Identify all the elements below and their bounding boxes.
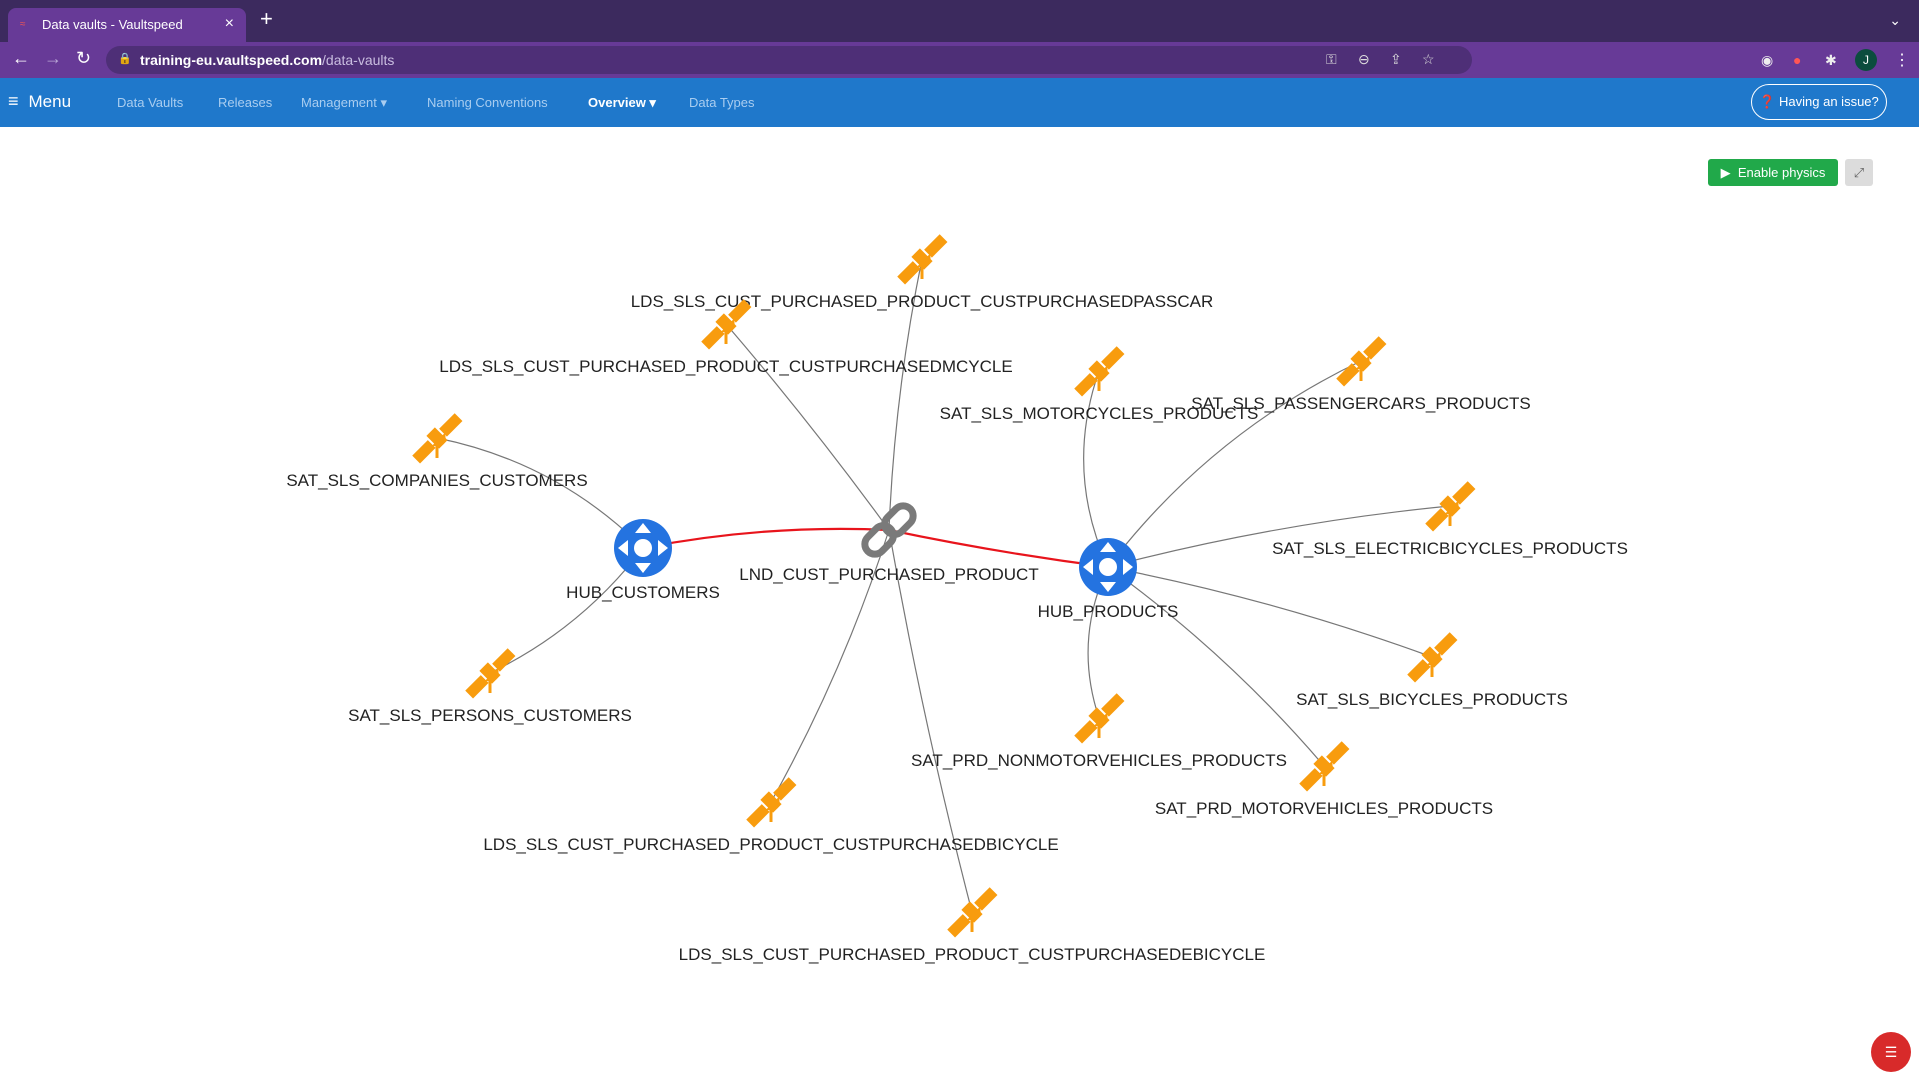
graph-node-lnd-link[interactable]: LND_CUST_PURCHASED_PRODUCT	[739, 502, 1039, 584]
graph-node-sat-companies[interactable]: SAT_SLS_COMPANIES_CUSTOMERS	[286, 410, 588, 490]
node-label: SAT_SLS_PERSONS_CUSTOMERS	[348, 706, 632, 725]
satellite-icon	[1299, 741, 1350, 792]
menu-button[interactable]: ≡ Menu	[8, 91, 71, 112]
hamburger-icon: ≡	[8, 91, 19, 111]
node-label: LND_CUST_PURCHASED_PRODUCT	[739, 565, 1038, 584]
graph-edge[interactable]	[436, 437, 644, 549]
tab-title: Data vaults - Vaultspeed	[42, 17, 183, 32]
forward-icon[interactable]: →	[44, 48, 62, 69]
profile-avatar[interactable]: J	[1855, 49, 1877, 71]
share-icon[interactable]: ⇪	[1390, 51, 1402, 68]
graph-edge[interactable]	[1107, 360, 1362, 568]
satellite-icon	[465, 648, 516, 699]
graph-node-hub-customers[interactable]: HUB_CUSTOMERS	[566, 519, 720, 602]
node-label: SAT_SLS_BICYCLES_PRODUCTS	[1296, 690, 1568, 709]
graph-node-sat-electric[interactable]: SAT_SLS_ELECTRICBICYCLES_PRODUCTS	[1272, 478, 1628, 558]
server-stack-icon: ☰	[1884, 1044, 1898, 1060]
satellite-icon	[947, 887, 998, 938]
address-bar-row: ← → ↻ 🔒 training-eu.vaultspeed.com/data-…	[0, 42, 1919, 78]
graph-node-sat-nonmotor[interactable]: SAT_PRD_NONMOTORVEHICLES_PRODUCTS	[911, 690, 1287, 770]
reload-icon[interactable]: ↻	[76, 48, 91, 69]
graph-edge[interactable]	[642, 527, 890, 550]
node-label: SAT_SLS_COMPANIES_CUSTOMERS	[286, 471, 587, 490]
vaultspeed-favicon-icon: ≈	[20, 19, 26, 30]
satellite-icon	[1074, 693, 1125, 744]
data-vault-graph[interactable]: HUB_CUSTOMERS LND_CUST_PURCHASED_PRODUCTH…	[0, 127, 1919, 1079]
back-icon[interactable]: ←	[12, 48, 30, 69]
camera-extension-icon[interactable]: ◉	[1761, 52, 1773, 69]
node-label: SAT_PRD_MOTORVEHICLES_PRODUCTS	[1155, 799, 1493, 818]
lock-icon: 🔒	[118, 53, 132, 65]
hub-icon	[1079, 538, 1137, 596]
chat-widget-button[interactable]: ☰	[1871, 1032, 1911, 1072]
tab-search-chevron-icon[interactable]: ⌄	[1889, 12, 1901, 29]
satellite-icon	[746, 777, 797, 828]
satellite-icon	[1074, 346, 1125, 397]
browser-menu-icon[interactable]: ⋮	[1894, 50, 1910, 70]
nav-releases[interactable]: Releases	[218, 95, 272, 110]
menu-label: Menu	[28, 92, 72, 111]
satellite-icon	[897, 234, 948, 285]
graph-node-hub-products[interactable]: HUB_PRODUCTS	[1038, 538, 1179, 621]
satellite-icon	[1336, 336, 1387, 387]
graph-node-sat-bicycles[interactable]: SAT_SLS_BICYCLES_PRODUCTS	[1296, 629, 1568, 709]
hub-icon	[614, 519, 672, 577]
node-label: LDS_SLS_CUST_PURCHASED_PRODUCT_CUSTPURCH…	[483, 835, 1058, 854]
node-label: LDS_SLS_CUST_PURCHASED_PRODUCT_CUSTPURCH…	[679, 945, 1266, 964]
bookmark-star-icon[interactable]: ☆	[1422, 51, 1435, 68]
browser-tab-strip: ≈ Data vaults - Vaultspeed × + ⌄	[0, 0, 1919, 42]
new-tab-icon[interactable]: +	[260, 8, 273, 30]
url-host: training-eu.vaultspeed.com	[140, 52, 323, 68]
nav-management[interactable]: Management ▾	[301, 95, 387, 111]
node-label: SAT_PRD_NONMOTORVEHICLES_PRODUCTS	[911, 751, 1287, 770]
key-icon[interactable]: ⚿	[1326, 51, 1337, 68]
graph-node-lds-bicycle[interactable]: LDS_SLS_CUST_PURCHASED_PRODUCT_CUSTPURCH…	[483, 774, 1059, 854]
puzzle-extensions-icon[interactable]: ✱	[1825, 52, 1837, 69]
graph-node-sat-passengercars[interactable]: SAT_SLS_PASSENGERCARS_PRODUCTS	[1191, 333, 1531, 413]
node-label: LDS_SLS_CUST_PURCHASED_PRODUCT_CUSTPURCH…	[631, 292, 1214, 311]
graph-node-sat-persons[interactable]: SAT_SLS_PERSONS_CUSTOMERS	[348, 645, 632, 725]
having-an-issue-button[interactable]: ❓ Having an issue?	[1751, 84, 1887, 120]
graph-node-lds-passcar[interactable]: LDS_SLS_CUST_PURCHASED_PRODUCT_CUSTPURCH…	[631, 231, 1214, 311]
app-navbar: ≡ Menu Data Vaults Releases Management ▾ …	[0, 78, 1919, 127]
graph-edge[interactable]	[1107, 566, 1325, 767]
satellite-icon	[412, 413, 463, 464]
nav-naming-conventions[interactable]: Naming Conventions	[427, 95, 548, 110]
help-icon: ❓	[1759, 94, 1780, 109]
issue-label: Having an issue?	[1779, 94, 1879, 109]
browser-tab[interactable]: ≈ Data vaults - Vaultspeed ×	[8, 8, 246, 42]
url-field[interactable]: 🔒 training-eu.vaultspeed.com/data-vaults…	[106, 46, 1472, 74]
node-label: HUB_CUSTOMERS	[566, 583, 720, 602]
url-text: training-eu.vaultspeed.com/data-vaults	[140, 52, 394, 68]
graph-edge[interactable]	[1083, 370, 1109, 568]
graph-node-lds-ebicycle[interactable]: LDS_SLS_CUST_PURCHASED_PRODUCT_CUSTPURCH…	[679, 884, 1266, 964]
satellite-icon	[1407, 632, 1458, 683]
nav-data-vaults[interactable]: Data Vaults	[117, 95, 183, 110]
close-tab-icon[interactable]: ×	[225, 15, 234, 33]
zoom-out-icon[interactable]: ⊖	[1358, 51, 1370, 68]
graph-edge[interactable]	[888, 529, 973, 913]
url-path: /data-vaults	[322, 52, 395, 68]
node-label: HUB_PRODUCTS	[1038, 602, 1179, 621]
node-label: SAT_SLS_PASSENGERCARS_PRODUCTS	[1191, 394, 1530, 413]
graph-edge[interactable]	[888, 528, 1109, 569]
extension-icon[interactable]: ●	[1793, 52, 1801, 68]
node-label: SAT_SLS_ELECTRICBICYCLES_PRODUCTS	[1272, 539, 1628, 558]
node-label: LDS_SLS_CUST_PURCHASED_PRODUCT_CUSTPURCH…	[439, 357, 1012, 376]
graph-edge[interactable]	[725, 323, 890, 531]
nav-data-types[interactable]: Data Types	[689, 95, 755, 110]
nav-overview[interactable]: Overview ▾	[588, 95, 656, 111]
